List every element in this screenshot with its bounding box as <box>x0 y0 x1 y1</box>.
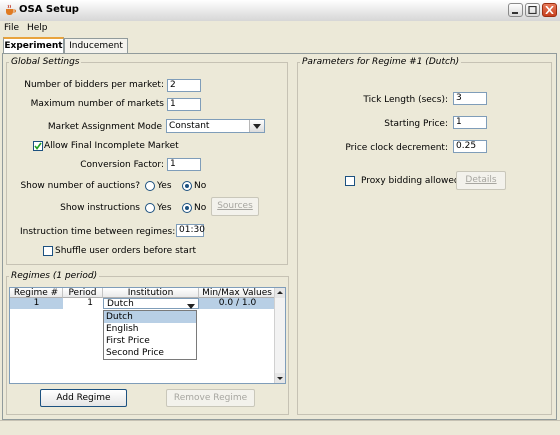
show-auctions-label: Show number of auctions? <box>20 181 140 191</box>
tick-length-input[interactable]: 3 <box>453 92 487 105</box>
column-header-regime[interactable]: Regime # <box>10 288 63 298</box>
regime-params-group: Parameters for Regime #1 (Dutch) <box>297 57 552 415</box>
assignment-mode-value: Constant <box>169 121 210 131</box>
sources-button-label: Sources <box>217 201 253 211</box>
allow-final-checkbox[interactable] <box>33 141 43 151</box>
regime-params-title: Parameters for Regime #1 (Dutch) <box>300 57 462 67</box>
tick-length-label: Tick Length (secs): <box>363 95 448 105</box>
show-instructions-label: Show instructions <box>60 203 140 213</box>
add-regime-button[interactable]: Add Regime <box>40 389 127 407</box>
maximize-button[interactable] <box>525 3 540 17</box>
price-decrement-label: Price clock decrement: <box>345 143 448 153</box>
table-scrollbar[interactable] <box>274 288 285 383</box>
add-regime-label: Add Regime <box>56 393 111 403</box>
details-button[interactable]: Details <box>456 171 506 190</box>
instruction-time-label: Instruction time between regimes: <box>20 227 176 237</box>
conversion-input[interactable]: 1 <box>167 158 201 171</box>
show-auctions-yes-label: Yes <box>157 181 172 191</box>
sources-button[interactable]: Sources <box>211 197 259 216</box>
cell-minmax[interactable]: 0.0 / 1.0 <box>199 298 276 309</box>
column-header-minmax[interactable]: Min/Max Values <box>199 288 276 298</box>
details-button-label: Details <box>465 175 497 185</box>
scroll-up-icon[interactable] <box>275 288 285 298</box>
show-instructions-yes-label: Yes <box>157 203 172 213</box>
regimes-title: Regimes (1 period) <box>9 271 100 281</box>
cell-institution: Dutch <box>107 299 134 309</box>
bidders-input[interactable]: 2 <box>167 79 201 92</box>
cell-period[interactable]: 1 <box>63 298 103 309</box>
minimize-icon <box>512 12 518 14</box>
option-dutch[interactable]: Dutch <box>104 311 196 323</box>
max-markets-input[interactable]: 1 <box>167 98 201 111</box>
show-instructions-no-radio[interactable] <box>182 203 192 213</box>
proxy-bidding-label: Proxy bidding allowed <box>361 176 460 186</box>
assignment-mode-select[interactable]: Constant <box>166 119 265 133</box>
tab-experiment[interactable]: Experiment <box>3 37 64 54</box>
institution-dropdown[interactable]: Dutch <box>103 298 199 309</box>
starting-price-input[interactable]: 1 <box>453 116 487 129</box>
window-title: OSA Setup <box>19 4 79 15</box>
show-auctions-no-label: No <box>194 181 207 191</box>
show-auctions-yes-radio[interactable] <box>145 181 155 191</box>
institution-options-list: Dutch English First Price Second Price <box>103 310 197 360</box>
show-instructions-no-label: No <box>194 203 207 213</box>
menu-bar: File Help <box>0 21 560 36</box>
maximize-icon <box>528 6 537 14</box>
column-header-period[interactable]: Period <box>63 288 103 298</box>
proxy-bidding-checkbox[interactable] <box>345 176 355 186</box>
remove-regime-label: Remove Regime <box>173 393 248 403</box>
chevron-down-icon[interactable] <box>249 120 264 132</box>
remove-regime-button[interactable]: Remove Regime <box>166 389 255 407</box>
show-instructions-yes-radio[interactable] <box>145 203 155 213</box>
max-markets-label: Maximum number of markets <box>30 99 164 109</box>
status-bar <box>0 420 560 435</box>
price-decrement-input[interactable]: 0.25 <box>453 140 487 153</box>
close-icon <box>545 6 554 14</box>
global-settings-title: Global Settings <box>9 57 82 67</box>
option-first-price[interactable]: First Price <box>104 335 196 347</box>
checkmark-icon <box>34 142 42 150</box>
assignment-mode-label: Market Assignment Mode <box>47 122 162 132</box>
menu-file[interactable]: File <box>4 23 19 33</box>
title-bar[interactable]: OSA Setup <box>0 0 560 22</box>
shuffle-label: Shuffle user orders before start <box>55 246 197 256</box>
instruction-time-input[interactable]: 01:30 <box>176 224 205 237</box>
tab-inducement[interactable]: Inducement <box>64 38 128 53</box>
scroll-down-icon[interactable] <box>275 373 285 383</box>
java-cup-icon <box>4 4 16 16</box>
column-header-institution[interactable]: Institution <box>103 288 199 298</box>
menu-help[interactable]: Help <box>27 23 48 33</box>
bidders-label: Number of bidders per market: <box>24 80 164 90</box>
conversion-label: Conversion Factor: <box>80 160 164 170</box>
option-second-price[interactable]: Second Price <box>104 347 196 359</box>
allow-final-label: Allow Final Incomplete Market <box>44 141 179 151</box>
option-english[interactable]: English <box>104 323 196 335</box>
close-button[interactable] <box>542 3 557 17</box>
cell-regime[interactable]: 1 <box>10 298 63 309</box>
minimize-button[interactable] <box>508 3 523 17</box>
show-auctions-no-radio[interactable] <box>182 181 192 191</box>
shuffle-checkbox[interactable] <box>43 246 53 256</box>
app-window: OSA Setup File Help Experiment Inducemen… <box>0 0 560 435</box>
starting-price-label: Starting Price: <box>384 119 448 129</box>
